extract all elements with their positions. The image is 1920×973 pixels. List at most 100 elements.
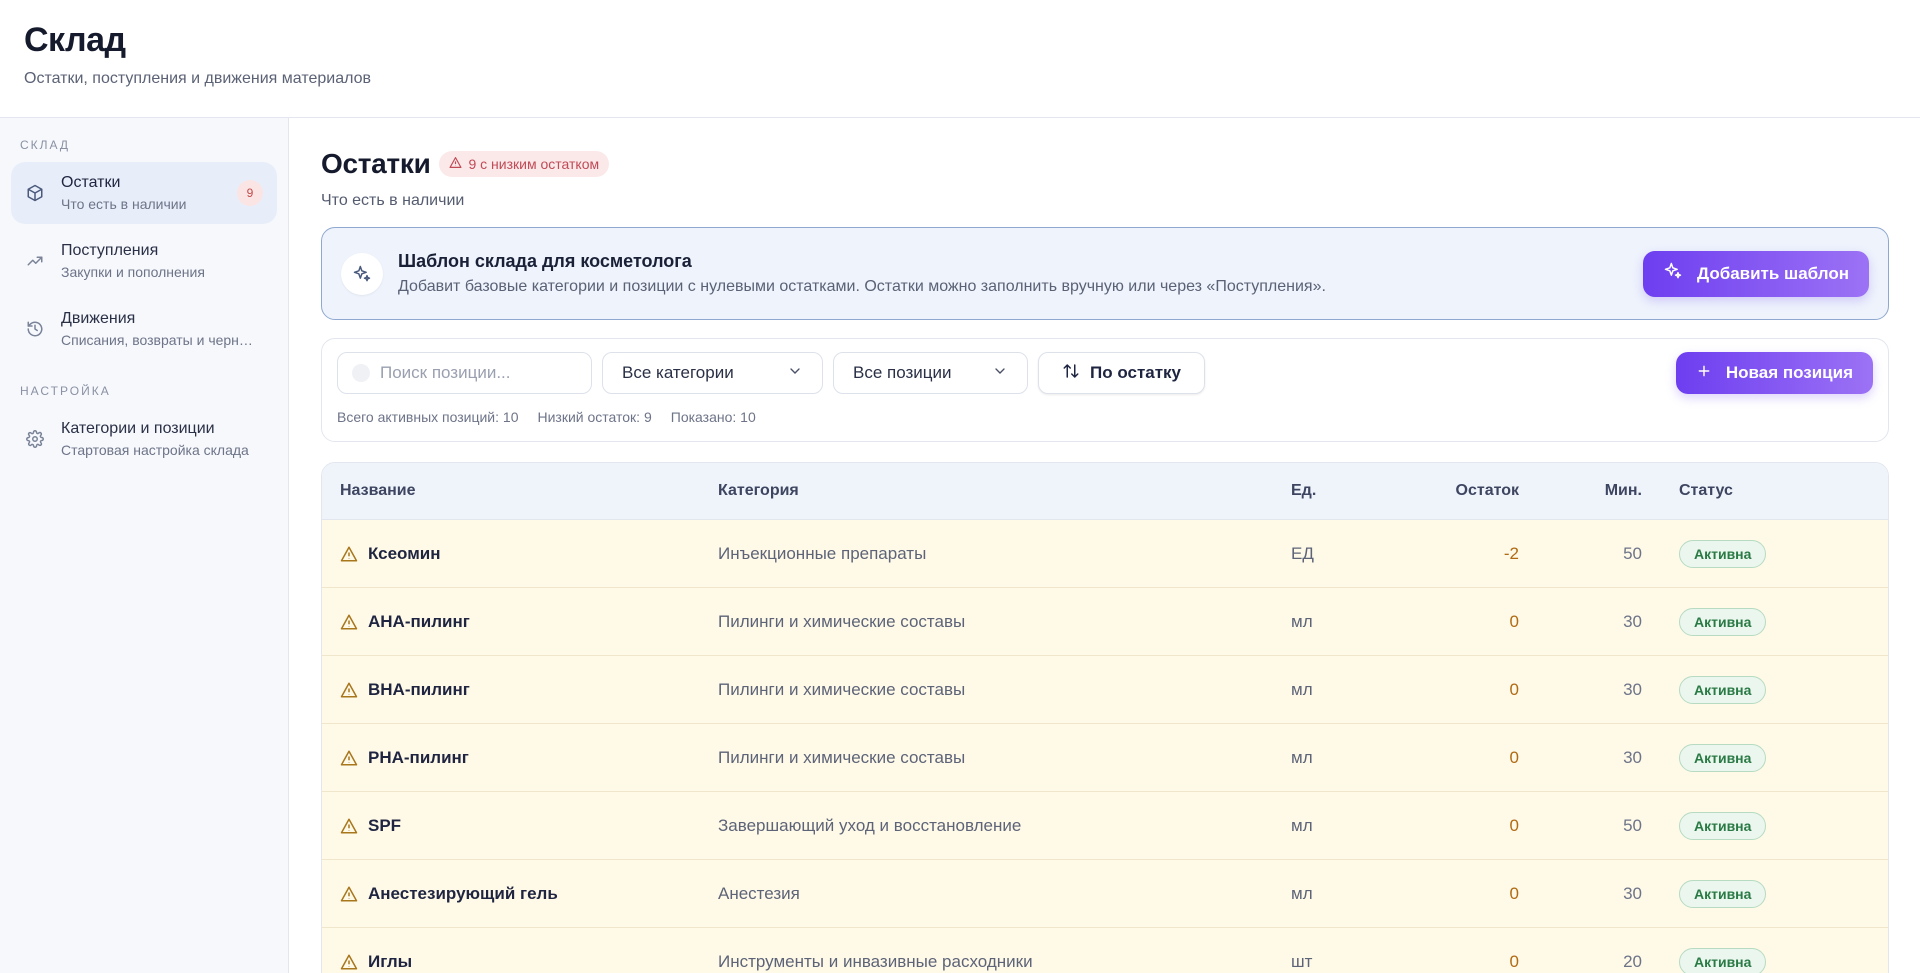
sidebar-item-label: Остатки	[61, 174, 121, 191]
table-row[interactable]: Анестезирующий гель Анестезия мл 0 30 Активна	[322, 860, 1888, 928]
row-name-cell: BHA-пилинг	[322, 680, 718, 700]
template-title: Шаблон склада для косметолога	[398, 251, 692, 271]
header-status[interactable]: Статус	[1642, 482, 1733, 500]
row-stock: 0	[1509, 747, 1519, 767]
row-unit: ЕД	[1291, 543, 1314, 563]
content-area: СКЛАД Остатки Что есть в наличии 9 Посту…	[0, 118, 1920, 973]
sidebar-item-receipts[interactable]: Поступления Закупки и пополнения	[11, 230, 277, 292]
chevron-down-icon	[992, 363, 1008, 384]
add-template-button[interactable]: Добавить шаблон	[1643, 250, 1869, 297]
stat-low: Низкий остаток: 9	[537, 409, 652, 425]
add-template-label: Добавить шаблон	[1697, 263, 1849, 283]
row-stock: 0	[1509, 815, 1519, 835]
row-status-cell: Активна	[1642, 879, 1767, 908]
table-row[interactable]: Ксеомин Инъекционные препараты ЕД -2 50 Актив…	[322, 520, 1888, 588]
positions-select[interactable]: Все позиции	[833, 352, 1028, 394]
page-title: Склад	[24, 21, 126, 59]
row-name: BHA-пилинг	[368, 679, 470, 699]
row-name-cell: PHA-пилинг	[322, 748, 718, 768]
table-row[interactable]: BHA-пилинг Пилинги и химические составы мл…	[322, 656, 1888, 724]
row-category: Пилинги и химические составы	[718, 679, 966, 699]
search-icon	[352, 364, 370, 382]
sparkles-icon	[341, 252, 383, 295]
search-box[interactable]	[337, 352, 592, 394]
table-row[interactable]: AHA-пилинг Пилинги и химические составы мл…	[322, 588, 1888, 656]
status-badge: Активна	[1679, 675, 1767, 704]
new-position-button[interactable]: Новая позиция	[1675, 352, 1873, 394]
warning-icon	[340, 885, 358, 903]
category-select[interactable]: Все категории	[602, 352, 823, 394]
section-title: Остатки	[321, 148, 431, 179]
table-row[interactable]: Иглы Инструменты и инвазивные расходники ш…	[322, 928, 1888, 973]
low-stock-count-badge: 9	[237, 180, 263, 206]
row-category: Инструменты и инвазивные расходники	[718, 951, 1033, 971]
row-name-cell: Ксеомин	[322, 544, 718, 564]
sidebar-item-stock[interactable]: Остатки Что есть в наличии 9	[11, 162, 277, 224]
row-stock: -2	[1503, 543, 1519, 563]
header-unit[interactable]: Ед.	[1291, 482, 1391, 500]
table-row[interactable]: SPF Завершающий уход и восстановление мл 0 5…	[322, 792, 1888, 860]
row-min: 20	[1623, 951, 1642, 971]
row-category: Пилинги и химические составы	[718, 611, 966, 631]
sidebar-item-label: Поступления	[61, 242, 159, 259]
sidebar-item-label: Движения	[61, 310, 136, 327]
sort-button[interactable]: По остатку	[1038, 352, 1206, 394]
sidebar-item-label: Категории и позиции	[61, 420, 215, 437]
new-position-label: Новая позиция	[1725, 363, 1853, 382]
gear-icon	[25, 429, 45, 449]
sort-label: По остатку	[1090, 363, 1182, 382]
row-name-cell: AHA-пилинг	[322, 612, 718, 632]
row-name-cell: SPF	[322, 816, 718, 836]
status-badge: Активна	[1679, 539, 1767, 568]
plus-icon	[1696, 363, 1712, 384]
status-badge: Активна	[1679, 879, 1767, 908]
header-name[interactable]: Название	[322, 482, 718, 500]
low-stock-badge: 9 с низким остатком	[439, 151, 610, 177]
sidebar-section-warehouse: СКЛАД	[20, 138, 71, 152]
row-name: PHA-пилинг	[368, 747, 469, 767]
stats-row: Всего активных позиций: 10 Низкий остато…	[337, 409, 1873, 425]
row-status-cell: Активна	[1642, 607, 1767, 636]
sidebar-item-categories[interactable]: Категории и позиции Стартовая настройка …	[11, 408, 277, 470]
header-category[interactable]: Категория	[718, 482, 1291, 500]
row-stock: 0	[1509, 951, 1519, 971]
header-min[interactable]: Мин.	[1519, 482, 1642, 500]
template-banner: Шаблон склада для косметолога Добавит ба…	[321, 227, 1889, 320]
warning-icon	[340, 545, 358, 563]
row-name: Анестезирующий гель	[368, 883, 558, 903]
table-row[interactable]: PHA-пилинг Пилинги и химические составы мл…	[322, 724, 1888, 792]
row-min: 50	[1623, 543, 1642, 563]
warning-icon	[449, 156, 462, 172]
stock-table: Название Категория Ед. Остаток Мин. Стат…	[321, 462, 1889, 973]
row-status-cell: Активна	[1642, 743, 1767, 772]
row-unit: мл	[1291, 883, 1313, 903]
row-category: Анестезия	[718, 883, 800, 903]
row-name: Ксеомин	[368, 543, 441, 563]
stat-shown: Показано: 10	[670, 409, 756, 425]
section-subtitle: Что есть в наличии	[321, 192, 465, 209]
stat-total: Всего активных позиций: 10	[337, 409, 519, 425]
table-body: Ксеомин Инъекционные препараты ЕД -2 50 Актив…	[322, 520, 1888, 973]
chevron-down-icon	[787, 363, 803, 384]
sidebar-item-movements[interactable]: Движения Списания, возвраты и черн…	[11, 298, 277, 360]
row-status-cell: Активна	[1642, 947, 1767, 973]
page-subtitle: Остатки, поступления и движения материал…	[24, 70, 372, 87]
row-name-cell: Анестезирующий гель	[322, 884, 718, 904]
sidebar-item-desc: Списания, возвраты и черн…	[61, 332, 253, 348]
sidebar-item-desc: Стартовая настройка склада	[61, 442, 249, 458]
sidebar-section-settings: НАСТРОЙКА	[20, 384, 111, 398]
template-description: Добавит базовые категории и позиции с ну…	[398, 278, 1326, 295]
main-panel: Остатки 9 с низким остатком Что есть в н…	[289, 118, 1920, 973]
search-input[interactable]	[380, 363, 560, 383]
category-select-value: Все категории	[622, 363, 734, 382]
top-header: Склад Остатки, поступления и движения ма…	[0, 0, 1920, 118]
status-badge: Активна	[1679, 947, 1767, 973]
row-unit: мл	[1291, 679, 1313, 699]
warning-icon	[340, 681, 358, 699]
header-stock[interactable]: Остаток	[1391, 482, 1519, 500]
row-unit: мл	[1291, 815, 1313, 835]
row-min: 30	[1623, 747, 1642, 767]
row-category: Инъекционные препараты	[718, 543, 927, 563]
status-badge: Активна	[1679, 811, 1767, 840]
filters-panel: Все категории Все позиции	[321, 338, 1889, 442]
